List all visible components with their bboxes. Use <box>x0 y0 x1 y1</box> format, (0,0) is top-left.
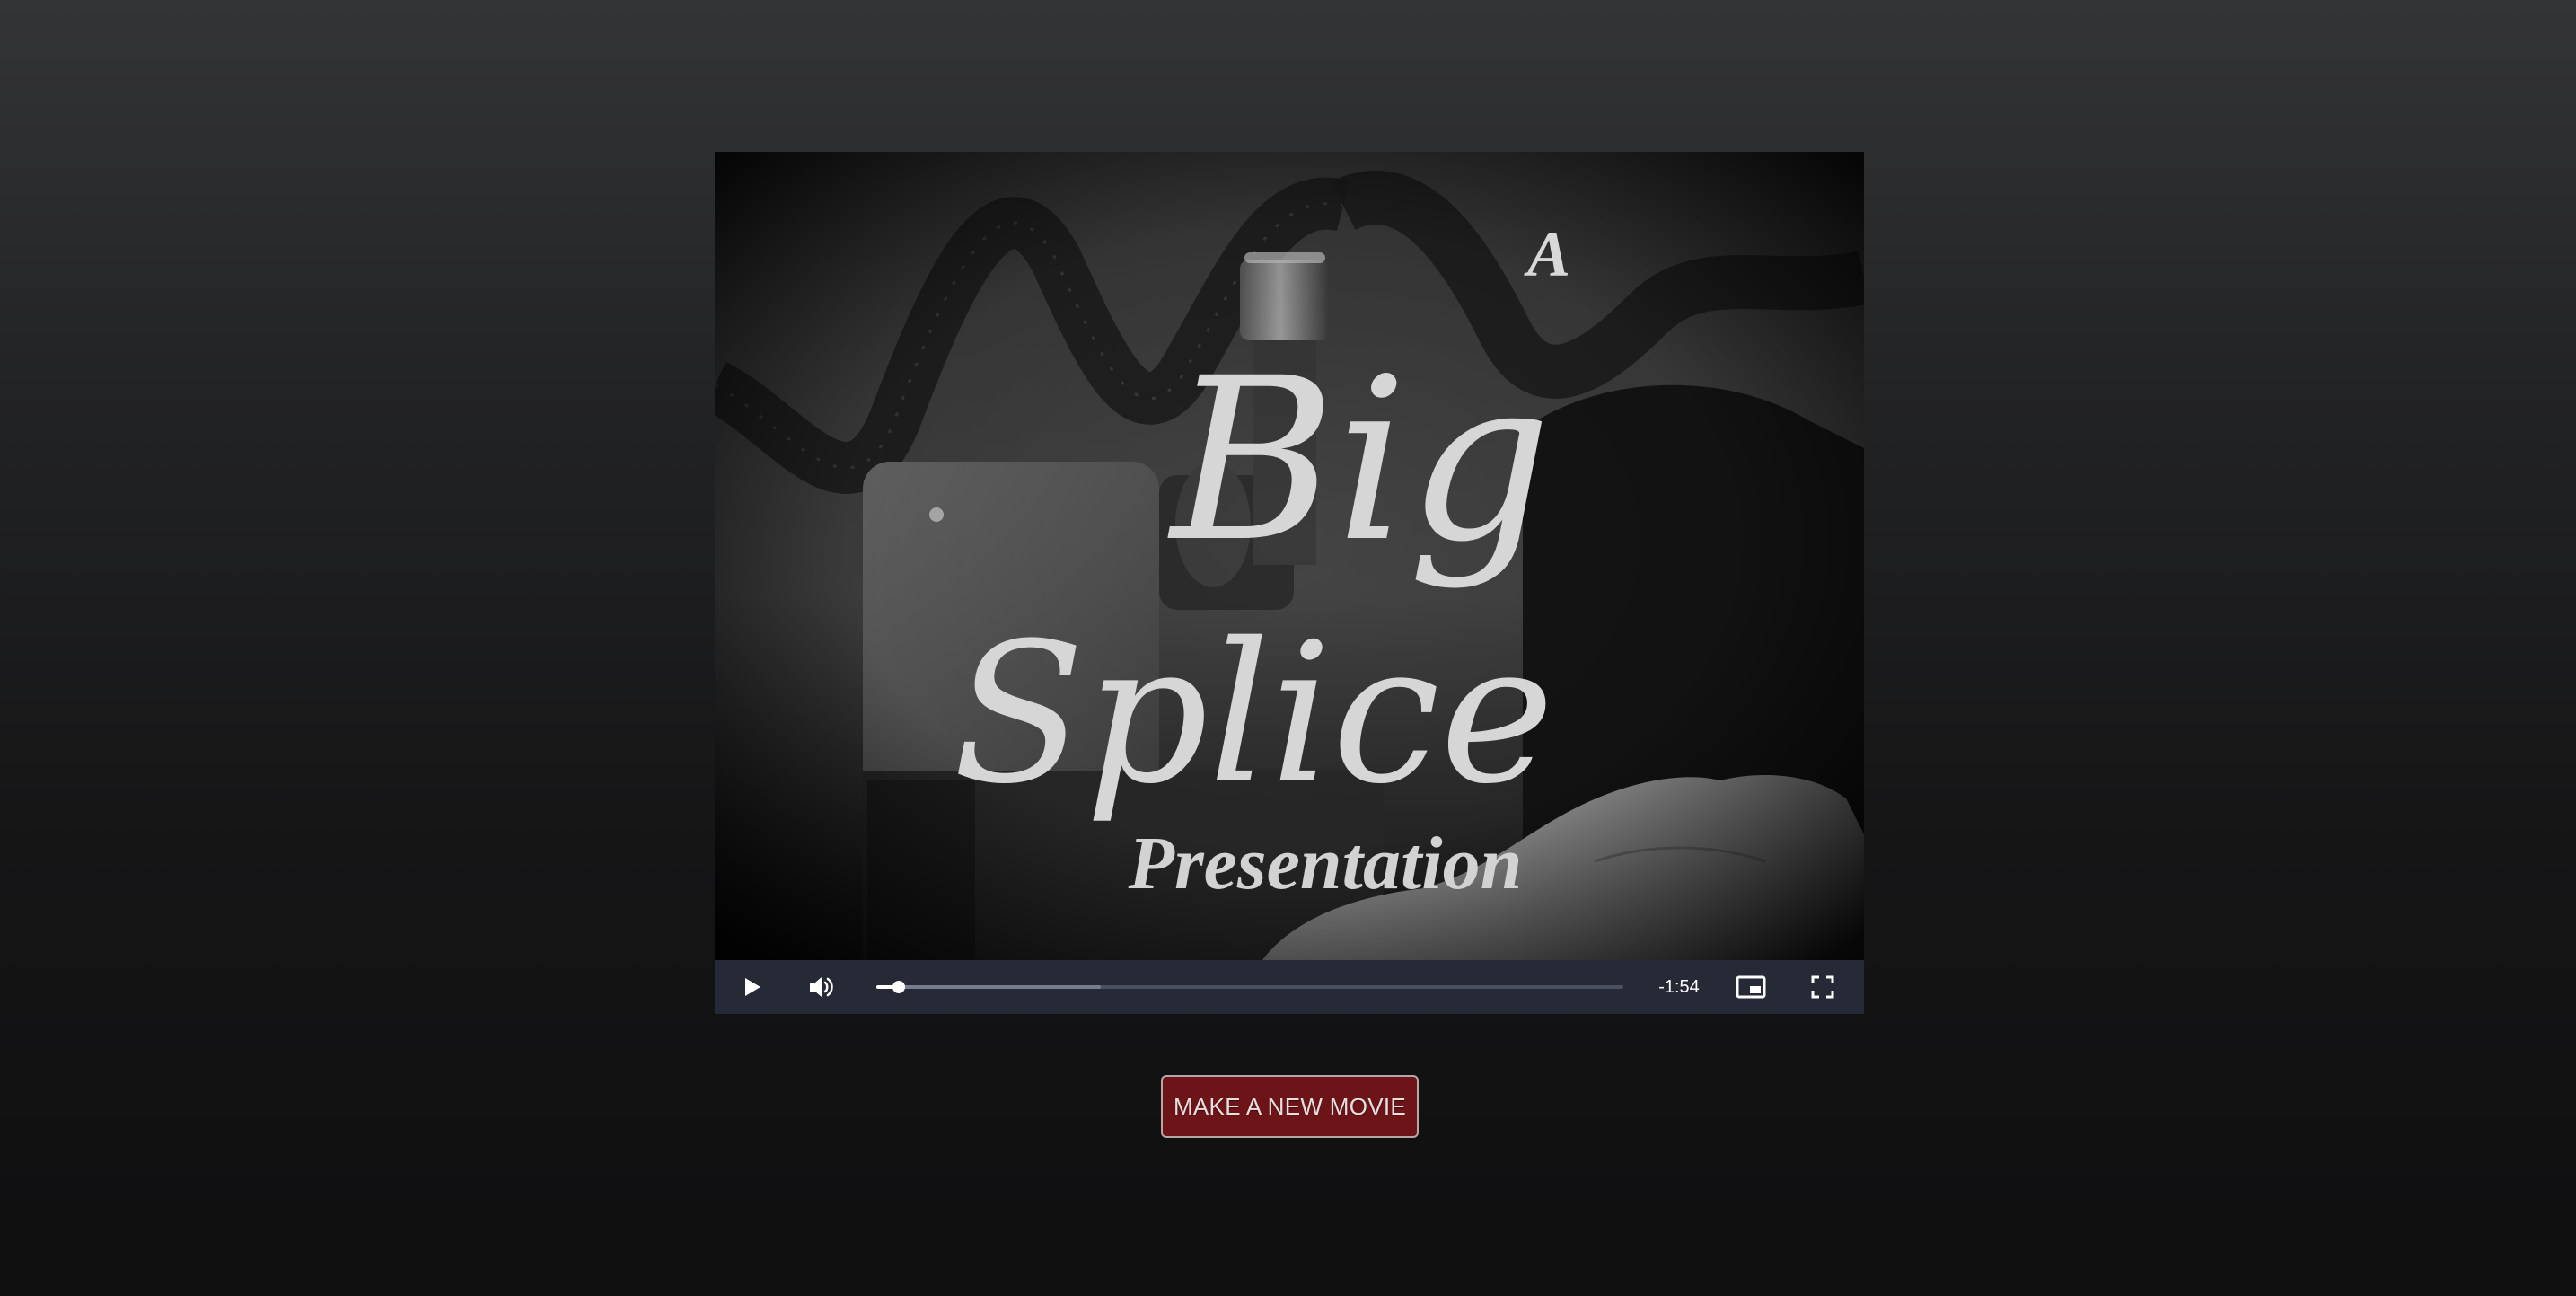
make-new-movie-button[interactable]: MAKE A NEW MOVIE <box>1161 1075 1419 1138</box>
title-line-splice: Splice <box>953 601 1554 826</box>
title-line-big: Big <box>1167 330 1552 591</box>
video-player[interactable]: A Big Splice Presentation -1:54 <box>715 152 1864 1014</box>
volume-button[interactable] <box>796 960 849 1014</box>
time-remaining: -1:54 <box>1658 977 1700 997</box>
picture-in-picture-button[interactable] <box>1724 960 1778 1014</box>
title-line-a: A <box>1524 218 1570 290</box>
picture-in-picture-icon <box>1736 975 1766 999</box>
video-controls: -1:54 <box>715 960 1864 1014</box>
fullscreen-icon <box>1811 975 1834 999</box>
volume-icon <box>810 977 833 997</box>
seek-bar[interactable] <box>876 981 1623 993</box>
video-frame[interactable]: A Big Splice Presentation <box>715 152 1864 960</box>
seek-buffered <box>876 985 1101 989</box>
seek-thumb[interactable] <box>892 981 905 993</box>
fullscreen-button[interactable] <box>1796 960 1850 1014</box>
play-icon <box>745 978 760 996</box>
play-button[interactable] <box>725 960 779 1014</box>
title-line-presentation: Presentation <box>1128 822 1523 905</box>
video-frame-image: A Big Splice Presentation <box>715 152 1864 960</box>
